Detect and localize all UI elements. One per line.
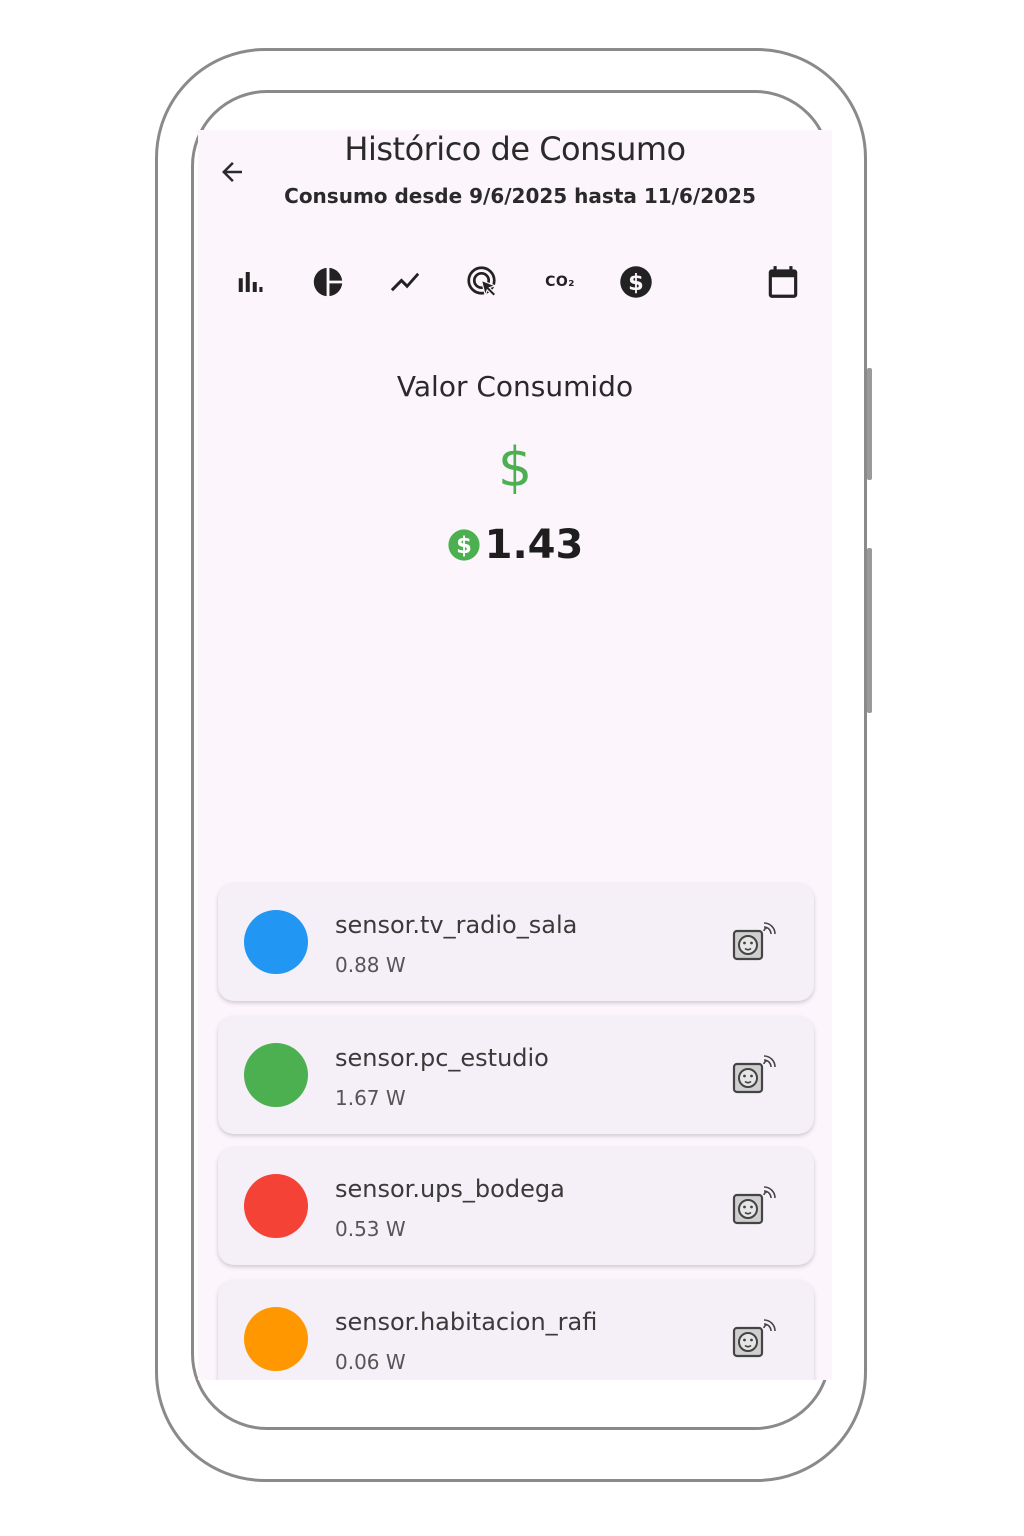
dollar-circle-icon: $ [448,529,480,561]
device-name: sensor.ups_bodega [335,1175,565,1203]
device-power: 0.06 W [335,1350,406,1374]
bar-chart-button[interactable] [226,258,274,306]
consumed-value: $ 1.43 [198,522,832,568]
smart-plug-icon [732,1055,776,1094]
device-card[interactable]: sensor.habitacion_rafi 0.06 W [218,1280,814,1380]
co2-button[interactable]: CO₂ [536,258,584,306]
trend-line-button[interactable] [381,258,429,306]
device-power: 0.53 W [335,1217,406,1241]
page-title: Histórico de Consumo [344,130,686,168]
app-screen: Histórico de Consumo Consumo desde 9/6/2… [198,130,832,1380]
device-color-dot [244,1043,308,1107]
pie-chart-icon [313,267,343,297]
consumed-value-title: Valor Consumido [396,370,634,403]
calendar-icon [768,266,798,298]
date-range-subtitle: Consumo desde 9/6/2025 hasta 11/6/2025 [284,184,756,208]
device-name: sensor.pc_estudio [335,1044,549,1072]
device-name: sensor.tv_radio_sala [335,911,578,939]
trend-line-icon [390,272,420,292]
device-color-dot [244,1174,308,1238]
device-power: 1.67 W [335,1086,406,1110]
dollar-icon: $ [620,266,652,298]
volume-button [867,368,872,480]
device-color-dot [244,910,308,974]
smart-plug-icon [732,1319,776,1358]
device-card[interactable]: sensor.tv_radio_sala 0.88 W [218,883,814,1001]
device-name: sensor.habitacion_rafi [335,1308,598,1336]
svg-text:$: $ [628,270,644,296]
calendar-button[interactable] [759,258,807,306]
consumed-amount: 1.43 [484,522,584,568]
touch-click-icon [467,266,497,298]
bar-chart-icon [238,272,263,292]
touch-click-button[interactable] [459,258,507,306]
svg-text:$: $ [456,533,472,559]
co2-icon: CO₂ [545,274,575,290]
view-toolbar: CO₂ $ [198,258,832,306]
currency-symbol: $ [497,436,533,499]
device-card[interactable]: sensor.pc_estudio 1.67 W [218,1016,814,1134]
cost-button[interactable]: $ [612,258,660,306]
device-power: 0.88 W [335,953,406,977]
device-color-dot [244,1307,308,1371]
device-card[interactable]: sensor.ups_bodega 0.53 W [218,1147,814,1265]
smart-plug-icon [732,922,776,961]
smart-plug-icon [732,1186,776,1225]
pie-chart-button[interactable] [304,258,352,306]
power-button [867,548,872,713]
